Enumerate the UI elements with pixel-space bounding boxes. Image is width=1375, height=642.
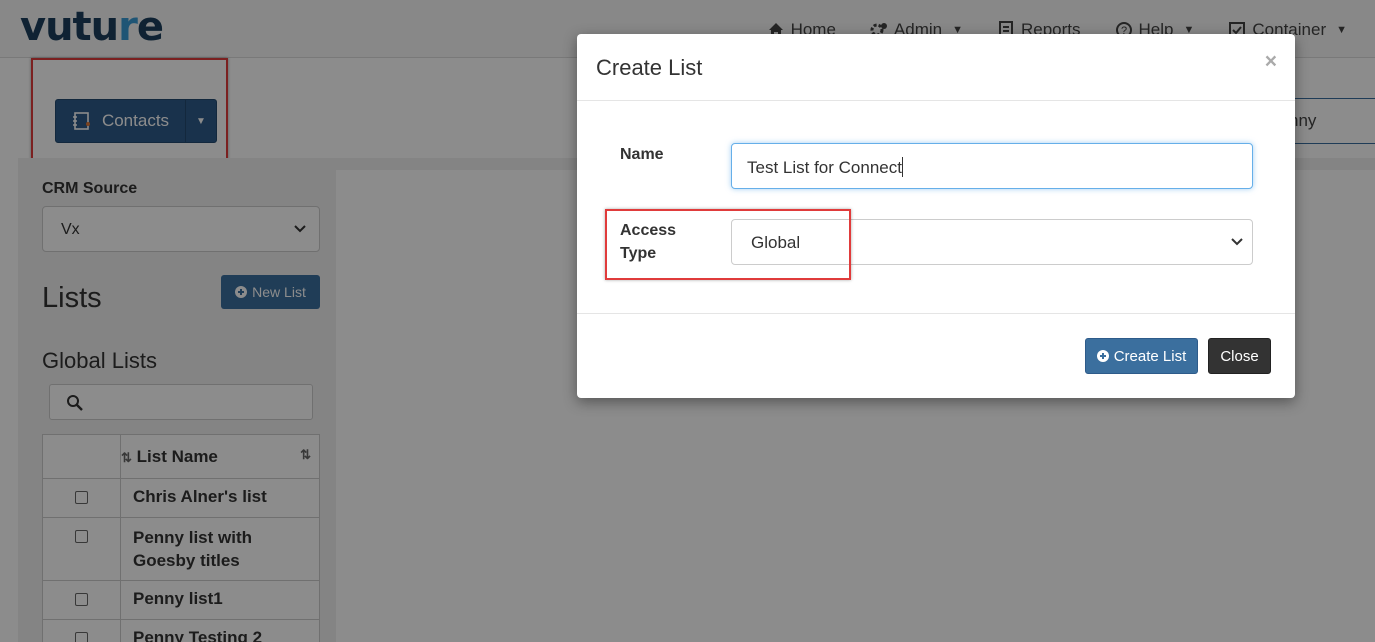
close-icon[interactable]: × [1265,50,1277,74]
create-list-modal: Create List × Name Test List for Connect… [577,34,1295,398]
create-list-label: Create List [1113,347,1187,365]
list-name-input[interactable]: Test List for Connect [731,143,1253,189]
text-cursor [901,157,903,177]
name-label: Name [620,146,664,163]
access-type-highlight-box [605,209,851,280]
list-name-value: Test List for Connect [747,158,902,177]
modal-title: Create List [596,55,703,80]
close-button[interactable]: Close [1208,338,1271,374]
plus-circle-icon [1096,350,1109,362]
chevron-down-icon [1231,238,1243,246]
modal-header: Create List × [577,34,1295,101]
create-list-button[interactable]: Create List [1085,338,1198,374]
